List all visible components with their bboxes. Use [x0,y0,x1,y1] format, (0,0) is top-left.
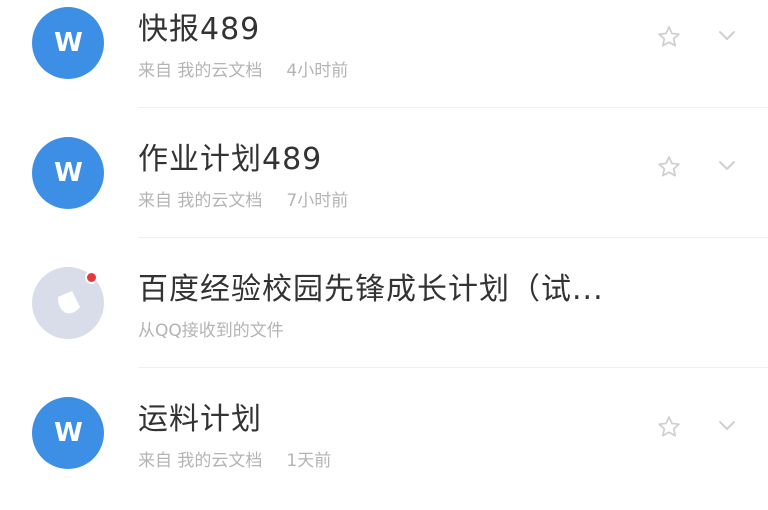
file-meta: 来自 我的云文档 7小时前 [138,186,358,211]
file-title: 快报489 [138,12,261,47]
chevron-down-icon[interactable] [714,158,740,174]
file-meta: 来自 我的云文档 4小时前 [138,56,358,81]
chevron-down-icon[interactable] [714,28,740,44]
file-title: 作业计划489 [138,142,323,177]
file-time: 7小时前 [286,191,349,211]
file-meta: 从QQ接收到的文件 [138,316,294,341]
file-source: 从QQ接收到的文件 [138,321,284,341]
star-icon[interactable] [652,20,686,54]
star-icon[interactable] [652,150,686,184]
chevron-down-icon[interactable] [714,418,740,434]
file-title: 运料计划 [138,402,262,437]
file-row[interactable]: W 运料计划 来自 我的云文档 1天前 [0,368,768,498]
file-glyph-icon [58,291,80,314]
unread-dot [85,271,98,284]
recent-files-list: W 快报489 来自 我的云文档 4小时前 W 作业计划489 来自 我的云文档 7… [0,0,768,510]
wps-doc-icon: W [32,137,104,209]
file-time: 1天前 [286,451,332,471]
file-row[interactable]: W 作业计划489 来自 我的云文档 7小时前 [0,108,768,238]
file-source: 来自 我的云文档 [138,191,263,211]
star-icon[interactable] [652,410,686,444]
file-meta: 来自 我的云文档 1天前 [138,446,341,471]
file-source: 来自 我的云文档 [138,451,263,471]
file-time: 4小时前 [286,61,349,81]
file-row[interactable]: 百度经验校园先锋成长计划（试... 从QQ接收到的文件 [0,238,768,368]
wps-doc-icon: W [32,7,104,79]
file-source: 来自 我的云文档 [138,61,263,81]
file-title: 百度经验校园先锋成长计划（试... [138,272,604,307]
file-row[interactable]: W 快报489 来自 我的云文档 4小时前 [0,0,768,108]
qq-file-icon [32,267,104,339]
wps-doc-icon: W [32,397,104,469]
